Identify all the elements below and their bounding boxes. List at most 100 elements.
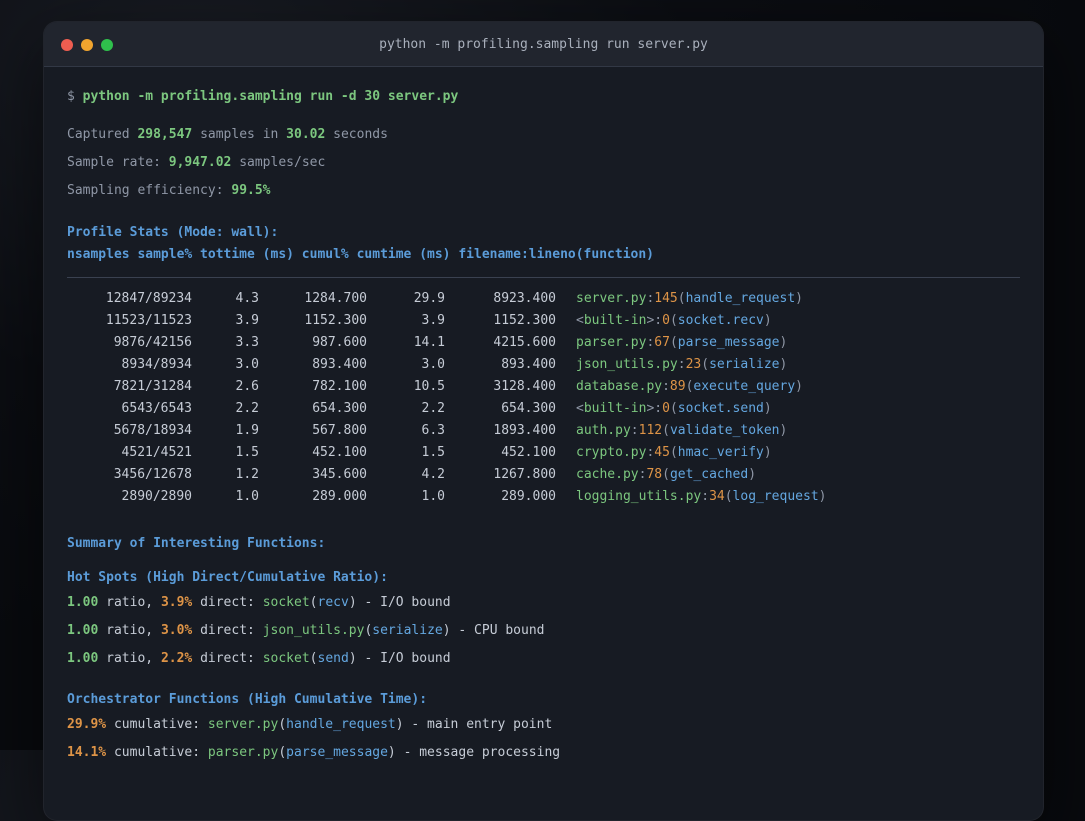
samples-count: 298,547 xyxy=(137,127,193,142)
function-name: recv xyxy=(317,595,349,610)
tottime-cell: 893.400 xyxy=(312,357,367,372)
colon: : xyxy=(654,401,663,416)
paren: ( xyxy=(701,357,710,372)
table-row: 9876/42156 3.3 987.600 14.1 4215.600 parser.p… xyxy=(67,332,1020,354)
paren: ( xyxy=(662,423,670,438)
tottime-cell: 289.000 xyxy=(312,489,367,504)
paren: ( xyxy=(669,445,678,460)
location-cell: <built-in>:0(socket.send) xyxy=(576,398,772,420)
module-name: parser.py xyxy=(207,745,279,760)
function-name: socket.send xyxy=(677,401,764,416)
cumtime-cell: 893.400 xyxy=(501,357,556,372)
ratio-value: 1.00 xyxy=(67,595,99,610)
paren: ) xyxy=(763,313,772,328)
sample-pct-cell: 3.0 xyxy=(235,357,259,372)
table-row: 2890/2890 1.0 289.000 1.0 289.000 logging_uti… xyxy=(67,486,1020,508)
paren: ) xyxy=(779,357,788,372)
cumtime-cell: 1267.800 xyxy=(493,467,556,482)
paren: ( xyxy=(724,489,733,504)
titlebar[interactable]: python -m profiling.sampling run server.… xyxy=(44,22,1043,67)
file-name: database.py xyxy=(576,379,663,394)
cumul-pct-cell: 3.0 xyxy=(421,357,445,372)
file-name: built-in xyxy=(583,313,647,328)
sample-pct-cell: 1.2 xyxy=(235,467,259,482)
function-name: log_request xyxy=(732,489,819,504)
captured-line: Captured 298,547 samples in 30.02 second… xyxy=(67,125,1020,145)
function-name: handle_request xyxy=(685,291,796,306)
cumtime-cell: 452.100 xyxy=(501,445,556,460)
function-name: socket.recv xyxy=(677,313,764,328)
paren: ) xyxy=(795,379,803,394)
module-name: socket xyxy=(262,651,310,666)
cumtime-cell: 289.000 xyxy=(501,489,556,504)
paren: ( xyxy=(309,595,318,610)
function-name: parse_message xyxy=(286,745,388,760)
summary-heading: Summary of Interesting Functions: xyxy=(67,536,326,551)
nsamples-cell: 3456/12678 xyxy=(113,467,192,482)
function-name: serialize xyxy=(709,357,780,372)
cumulative-pct: 29.9% xyxy=(67,717,107,732)
table-row: 11523/11523 3.9 1152.300 3.9 1152.300 <built-… xyxy=(67,310,1020,332)
prompt-symbol: $ xyxy=(67,89,83,104)
location-cell: cache.py:78(get_cached) xyxy=(576,464,756,486)
hot-spot-line: 1.00 ratio, 3.0% direct: json_utils.py(s… xyxy=(67,621,1020,641)
cumtime-cell: 654.300 xyxy=(501,401,556,416)
location-cell: logging_utils.py:34(log_request) xyxy=(576,486,826,508)
colon: : xyxy=(677,357,686,372)
efficiency-value: 99.5% xyxy=(231,183,271,198)
sample-pct-cell: 1.9 xyxy=(235,423,259,438)
nsamples-cell: 7821/31284 xyxy=(113,379,192,394)
line-number: 78 xyxy=(646,467,663,482)
hot-spot-line: 1.00 ratio, 2.2% direct: socket(send) - … xyxy=(67,649,1020,669)
minimize-button[interactable] xyxy=(81,38,93,51)
cumtime-cell: 3128.400 xyxy=(493,379,556,394)
ratio-label: ratio, xyxy=(98,623,161,638)
function-name: handle_request xyxy=(286,717,396,732)
module-name: json_utils.py xyxy=(262,623,365,638)
file-name: built-in xyxy=(583,401,647,416)
colon: : xyxy=(662,379,670,394)
paren: ) xyxy=(395,717,404,732)
direct-pct: 2.2% xyxy=(160,651,193,666)
tottime-cell: 654.300 xyxy=(312,401,367,416)
captured-label: Captured xyxy=(67,127,138,142)
sample-pct-cell: 2.6 xyxy=(235,379,259,394)
nsamples-cell: 2890/2890 xyxy=(121,489,192,504)
location-cell: auth.py:112(validate_token) xyxy=(576,420,787,442)
function-name: execute_query xyxy=(693,379,796,394)
nsamples-cell: 12847/89234 xyxy=(105,291,192,306)
command-line: $ python -m profiling.sampling run -d 30… xyxy=(67,87,1020,107)
location-cell: parser.py:67(parse_message) xyxy=(576,332,787,354)
function-name: send xyxy=(317,651,349,666)
sample-pct-cell: 1.5 xyxy=(235,445,259,460)
nsamples-cell: 9876/42156 xyxy=(113,335,192,350)
duration-value: 30.02 xyxy=(286,127,326,142)
terminal-content[interactable]: $ python -m profiling.sampling run -d 30… xyxy=(44,67,1043,763)
orchestrator-note: - message processing xyxy=(395,745,561,760)
line-number: 89 xyxy=(669,379,686,394)
paren: ( xyxy=(278,717,287,732)
tottime-cell: 567.800 xyxy=(312,423,367,438)
direct-pct: 3.9% xyxy=(160,595,193,610)
function-name: hmac_verify xyxy=(677,445,764,460)
file-name: server.py xyxy=(576,291,647,306)
zoom-button[interactable] xyxy=(101,38,113,51)
function-name: serialize xyxy=(372,623,443,638)
cumulative-label: cumulative: xyxy=(106,717,208,732)
sample-pct-cell: 2.2 xyxy=(235,401,259,416)
close-button[interactable] xyxy=(61,38,73,51)
file-name: parser.py xyxy=(576,335,647,350)
file-name: cache.py xyxy=(576,467,639,482)
hot-spot-line: 1.00 ratio, 3.9% direct: socket(recv) - … xyxy=(67,593,1020,613)
line-number: 67 xyxy=(654,335,670,350)
function-name: get_cached xyxy=(669,467,749,482)
orchestrator-line: 29.9% cumulative: server.py(handle_reque… xyxy=(67,715,1020,735)
command-text: python -m profiling.sampling run -d 30 s… xyxy=(82,89,459,104)
tottime-cell: 782.100 xyxy=(312,379,367,394)
paren: ) xyxy=(348,651,357,666)
efficiency-label: Sampling efficiency: xyxy=(67,183,232,198)
sample-pct-cell: 3.9 xyxy=(235,313,259,328)
file-name: crypto.py xyxy=(576,445,647,460)
paren: ) xyxy=(442,623,451,638)
paren: ( xyxy=(669,335,678,350)
